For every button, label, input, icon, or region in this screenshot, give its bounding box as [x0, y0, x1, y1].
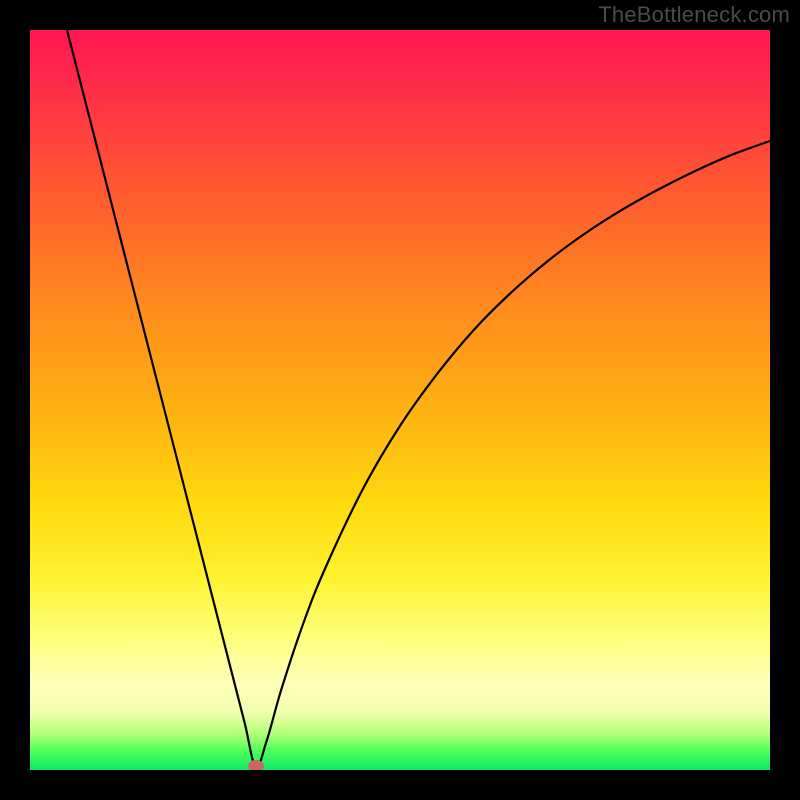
- chart-frame: TheBottleneck.com: [0, 0, 800, 800]
- plot-area: [30, 30, 770, 770]
- curve-svg: [30, 30, 770, 770]
- bottleneck-curve: [67, 30, 770, 767]
- watermark-text: TheBottleneck.com: [598, 2, 790, 28]
- optimal-point-marker: [248, 760, 264, 770]
